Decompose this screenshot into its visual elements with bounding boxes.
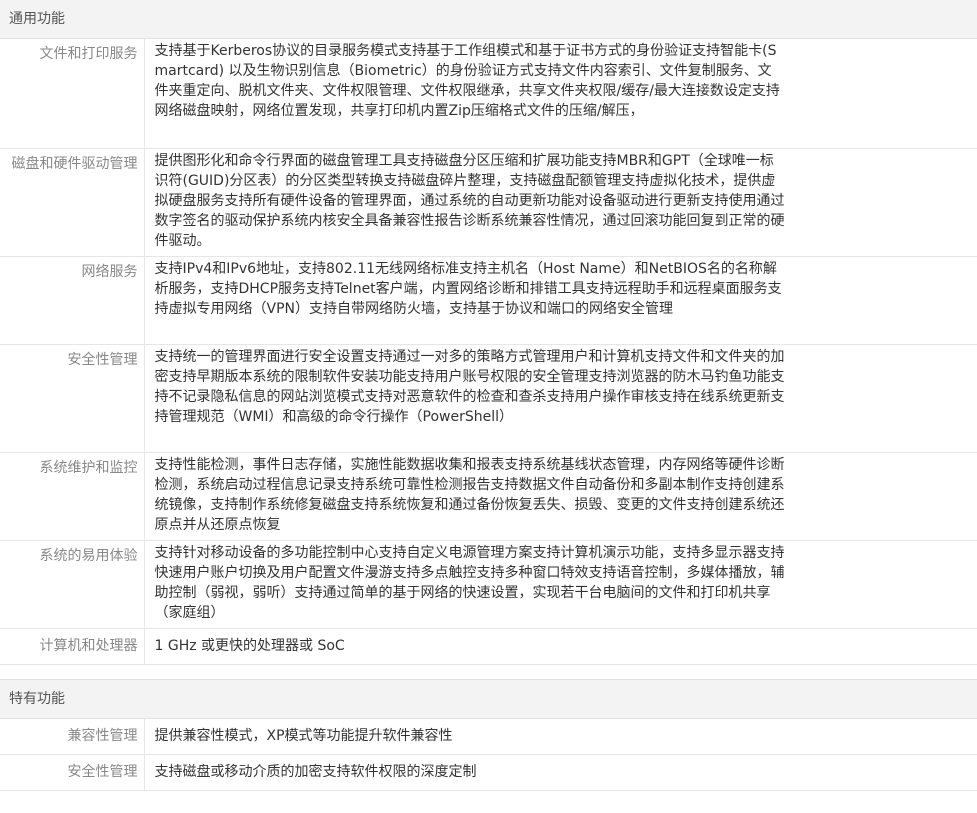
spec-label: 安全性管理 — [0, 344, 145, 453]
spec-label: 系统的易用体验 — [0, 540, 145, 629]
spec-value: 提供图形化和命令行界面的磁盘管理工具支持磁盘分区压缩和扩展功能支持MBR和GPT… — [154, 152, 785, 249]
section-general: 通用功能 文件和打印服务 支持基于Kerberos协议的目录服务模式支持基于工作… — [0, 0, 977, 665]
spec-value: 支持磁盘或移动介质的加密支持软件权限的深度定制 — [154, 763, 477, 780]
section-special: 特有功能 兼容性管理 提供兼容性模式，XP模式等功能提升软件兼容性 安全性管理 … — [0, 679, 977, 791]
spec-label: 安全性管理 — [0, 754, 145, 791]
spec-label: 兼容性管理 — [0, 718, 145, 755]
spec-row-disk-driver: 磁盘和硬件驱动管理 提供图形化和命令行界面的磁盘管理工具支持磁盘分区压缩和扩展功… — [0, 148, 977, 257]
section-header-general: 通用功能 — [0, 0, 977, 39]
spec-label: 系统维护和监控 — [0, 452, 145, 541]
spec-row-usability: 系统的易用体验 支持针对移动设备的多功能控制中心支持自定义电源管理方案支持计算机… — [0, 540, 977, 629]
spec-label: 文件和打印服务 — [0, 39, 145, 149]
spec-label: 网络服务 — [0, 256, 145, 345]
spec-value: 支持IPv4和IPv6地址，支持802.11无线网络标准支持主机名（Host N… — [154, 260, 782, 317]
spec-row-network: 网络服务 支持IPv4和IPv6地址，支持802.11无线网络标准支持主机名（H… — [0, 256, 977, 345]
spec-row-file-print: 文件和打印服务 支持基于Kerberos协议的目录服务模式支持基于工作组模式和基… — [0, 39, 977, 149]
spec-row-compatibility: 兼容性管理 提供兼容性模式，XP模式等功能提升软件兼容性 — [0, 718, 977, 755]
spec-value: 提供兼容性模式，XP模式等功能提升软件兼容性 — [154, 727, 453, 744]
spec-value: 支持统一的管理界面进行安全设置支持通过一对多的策略方式管理用户和计算机支持文件和… — [154, 348, 785, 425]
spec-row-security: 安全性管理 支持统一的管理界面进行安全设置支持通过一对多的策略方式管理用户和计算… — [0, 344, 977, 453]
spec-value: 1 GHz 或更快的处理器或 SoC — [154, 637, 345, 654]
spec-label: 计算机和处理器 — [0, 628, 145, 665]
spec-table-general: 文件和打印服务 支持基于Kerberos协议的目录服务模式支持基于工作组模式和基… — [0, 39, 977, 665]
section-header-special: 特有功能 — [0, 679, 977, 719]
spec-value: 支持性能检测，事件日志存储，实施性能数据收集和报表支持系统基线状态管理，内存网络… — [154, 456, 785, 533]
section-divider — [0, 665, 977, 680]
spec-value: 支持基于Kerberos协议的目录服务模式支持基于工作组模式和基于证书方式的身份… — [154, 43, 780, 119]
spec-label: 磁盘和硬件驱动管理 — [0, 148, 145, 257]
spec-row-security-special: 安全性管理 支持磁盘或移动介质的加密支持软件权限的深度定制 — [0, 754, 977, 791]
spec-value: 支持针对移动设备的多功能控制中心支持自定义电源管理方案支持计算机演示功能，支持多… — [154, 544, 785, 621]
spec-table-special: 兼容性管理 提供兼容性模式，XP模式等功能提升软件兼容性 安全性管理 支持磁盘或… — [0, 718, 977, 791]
spec-row-processor: 计算机和处理器 1 GHz 或更快的处理器或 SoC — [0, 628, 977, 665]
spec-row-maintenance: 系统维护和监控 支持性能检测，事件日志存储，实施性能数据收集和报表支持系统基线状… — [0, 452, 977, 541]
